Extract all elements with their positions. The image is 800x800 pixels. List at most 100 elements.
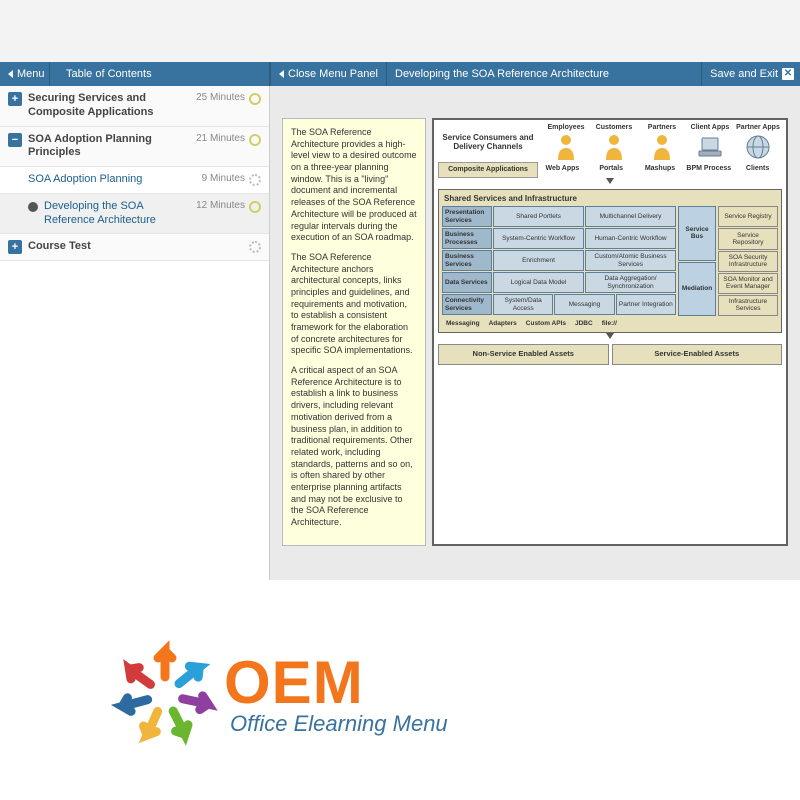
laptop-icon bbox=[698, 134, 722, 160]
globe-icon bbox=[745, 134, 771, 160]
right-cell: SOA Security Infrastructure bbox=[718, 251, 778, 272]
asset-cell: Non-Service Enabled Assets bbox=[438, 344, 609, 365]
chevron-left-icon bbox=[8, 70, 13, 78]
architecture-diagram: Service Consumers and Delivery Channels … bbox=[432, 118, 788, 546]
consumer-label: Partners bbox=[638, 124, 686, 132]
comp-app: Web Apps bbox=[538, 162, 587, 178]
comp-app: Clients bbox=[733, 162, 782, 178]
clock-icon bbox=[249, 134, 261, 146]
lesson-title: Developing the SOA Reference Architectur… bbox=[387, 62, 702, 86]
collapse-icon[interactable]: − bbox=[8, 133, 22, 147]
footer-text: OEM Office Elearning Menu bbox=[224, 653, 448, 737]
layer-cell: System/Data Access bbox=[493, 294, 553, 315]
expand-icon[interactable]: + bbox=[8, 240, 22, 254]
arrows-logo-icon bbox=[110, 640, 220, 750]
description-p2: The SOA Reference Architecture anchors a… bbox=[291, 252, 417, 357]
toc-section[interactable]: + Course Test bbox=[0, 234, 269, 261]
layer-cell: Data Aggregation/ Synchronization bbox=[585, 272, 676, 293]
layer-cell: Enrichment bbox=[493, 250, 584, 271]
person-icon bbox=[651, 134, 673, 160]
layer-name: Presentation Services bbox=[442, 206, 492, 227]
close-panel-button[interactable]: Close Menu Panel bbox=[270, 62, 387, 86]
protocol: Custom APIs bbox=[522, 318, 570, 329]
clock-icon bbox=[249, 93, 261, 105]
clock-icon bbox=[249, 201, 261, 213]
shared-title: Shared Services and Infrastructure bbox=[442, 193, 778, 206]
down-arrow-icon bbox=[438, 333, 782, 341]
layer-name: Business Processes bbox=[442, 228, 492, 249]
expand-icon[interactable]: + bbox=[8, 92, 22, 106]
service-bus: Service Bus bbox=[678, 206, 716, 260]
description-p3: A critical aspect of an SOA Reference Ar… bbox=[291, 365, 417, 529]
consumer-customers: Customers bbox=[590, 124, 638, 160]
toc-subitem[interactable]: SOA Adoption Planning 9 Minutes bbox=[0, 167, 269, 194]
layers-column: Presentation ServicesShared PortletsMult… bbox=[442, 206, 676, 316]
layer-cell: Custom/Atomic Business Services bbox=[585, 250, 676, 271]
right-cell: Service Repository bbox=[718, 228, 778, 249]
close-panel-label: Close Menu Panel bbox=[288, 68, 378, 80]
layer-cell: Shared Portlets bbox=[493, 206, 584, 227]
shared-services-box: Shared Services and Infrastructure Prese… bbox=[438, 189, 782, 333]
layer-name: Business Services bbox=[442, 250, 492, 271]
toc-section[interactable]: + Securing Services and Composite Applic… bbox=[0, 86, 269, 127]
right-cell: Infrastructure Services bbox=[718, 295, 778, 316]
toc-duration: 9 Minutes bbox=[202, 173, 245, 184]
consumers-icons: Employees Customers Partners Client bbox=[542, 124, 782, 160]
composite-apps-header: Composite Applications bbox=[438, 162, 538, 178]
toc-label: SOA Adoption Planning bbox=[28, 173, 202, 187]
toc-header: Table of Contents bbox=[50, 62, 270, 86]
toc-duration: 25 Minutes bbox=[196, 92, 245, 103]
consumer-label: Customers bbox=[590, 124, 638, 132]
menu-label: Menu bbox=[17, 68, 45, 80]
consumer-employees: Employees bbox=[542, 124, 590, 160]
save-exit-button[interactable]: Save and Exit ✕ bbox=[702, 62, 800, 86]
toc-duration: 21 Minutes bbox=[196, 133, 245, 144]
mediation: Mediation bbox=[678, 262, 716, 316]
right-cell: Service Registry bbox=[718, 206, 778, 227]
toc-label: Table of Contents bbox=[66, 68, 152, 80]
comp-app: Portals bbox=[587, 162, 636, 178]
toc-subitem-current[interactable]: Developing the SOA Reference Architectur… bbox=[0, 194, 269, 235]
brand-tagline: Office Elearning Menu bbox=[230, 711, 448, 737]
close-icon: ✕ bbox=[782, 68, 794, 80]
toc-label: Developing the SOA Reference Architectur… bbox=[44, 200, 196, 228]
right-cell: SOA Monitor and Event Manager bbox=[718, 273, 778, 294]
asset-cell: Service-Enabled Assets bbox=[612, 344, 783, 365]
protocol: Adapters bbox=[485, 318, 521, 329]
assets-row: Non-Service Enabled Assets Service-Enabl… bbox=[438, 344, 782, 365]
protocol: JDBC bbox=[571, 318, 597, 329]
sidebar: + Securing Services and Composite Applic… bbox=[0, 86, 270, 580]
toc-label: Course Test bbox=[28, 240, 245, 254]
footer-brand: OEM Office Elearning Menu bbox=[0, 600, 800, 790]
loading-icon bbox=[249, 174, 261, 186]
description-p1: The SOA Reference Architecture provides … bbox=[291, 127, 417, 244]
comp-app: Mashups bbox=[636, 162, 685, 178]
composite-apps-row: Composite Applications Web Apps Portals … bbox=[438, 162, 782, 178]
layer-cell: System-Centric Workflow bbox=[493, 228, 584, 249]
down-arrow-icon bbox=[438, 178, 782, 186]
brand-name: OEM bbox=[224, 653, 448, 713]
consumer-partners: Partners bbox=[638, 124, 686, 160]
person-icon bbox=[603, 134, 625, 160]
right-column: Service Registry Service Repository SOA … bbox=[718, 206, 778, 316]
consumer-partner-apps: Partner Apps bbox=[734, 124, 782, 160]
content-inner: The SOA Reference Architecture provides … bbox=[282, 118, 788, 546]
consumer-label: Employees bbox=[542, 124, 590, 132]
layer-name: Connectivity Services bbox=[442, 294, 492, 315]
toc-section[interactable]: − SOA Adoption Planning Principles 21 Mi… bbox=[0, 127, 269, 168]
consumer-label: Client Apps bbox=[686, 124, 734, 132]
loading-icon bbox=[249, 241, 261, 253]
bus-column: Service Bus Mediation bbox=[678, 206, 716, 316]
layer-cell: Multichannel Delivery bbox=[585, 206, 676, 227]
protocol: file:// bbox=[598, 318, 621, 329]
layer-cell: Human-Centric Workflow bbox=[585, 228, 676, 249]
protocol: Messaging bbox=[442, 318, 484, 329]
topbar: Menu Table of Contents Close Menu Panel … bbox=[0, 62, 800, 86]
toc-label: SOA Adoption Planning Principles bbox=[28, 133, 196, 161]
lesson-title-text: Developing the SOA Reference Architectur… bbox=[395, 68, 609, 80]
layer-cell: Partner Integration bbox=[616, 294, 676, 315]
layer-cell: Messaging bbox=[554, 294, 614, 315]
chevron-left-icon bbox=[279, 70, 284, 78]
consumers-label: Service Consumers and Delivery Channels bbox=[438, 124, 538, 160]
menu-button[interactable]: Menu bbox=[0, 62, 50, 86]
